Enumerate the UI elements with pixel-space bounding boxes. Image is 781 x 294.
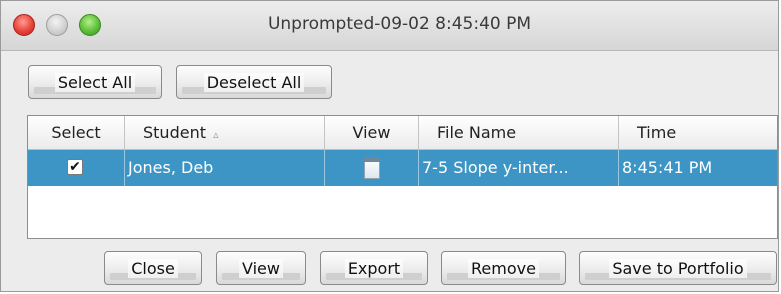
column-header-select[interactable]: Select [28,116,125,149]
student-cell: Jones, Deb [125,150,325,186]
select-checkbox[interactable]: ✔ [67,159,83,175]
time-cell: 8:45:41 PM [622,158,713,177]
export-button[interactable]: Export [320,251,428,285]
column-header-time[interactable]: Time [619,116,777,149]
remove-button[interactable]: Remove [441,251,566,285]
select-cell: ✔ [28,150,125,186]
title-bar: Unprompted-09-02 8:45:40 PM [1,1,778,51]
select-all-button[interactable]: Select All [28,65,162,99]
column-header-view[interactable]: View [325,116,419,149]
view-button[interactable]: View [216,251,306,285]
window-title: Unprompted-09-02 8:45:40 PM [267,14,532,34]
column-header-file-name[interactable]: File Name [419,116,619,149]
column-header-student-label: Student [143,123,206,142]
document-icon[interactable] [363,157,380,179]
deselect-all-button[interactable]: Deselect All [176,65,332,99]
dialog-window: Unprompted-09-02 8:45:40 PM Select All D… [0,0,779,292]
sort-ascending-icon: ▵ [213,128,219,141]
submissions-table: Select Student ▵ View File Name Time ✔ J… [27,115,778,239]
table-header: Select Student ▵ View File Name Time [28,116,777,150]
table-row[interactable]: ✔ Jones, Deb 7-5 Slope y-inter... 8:45:4… [28,150,777,186]
save-to-portfolio-button[interactable]: Save to Portfolio [579,251,777,285]
column-header-student[interactable]: Student ▵ [125,116,325,149]
file-name-cell: 7-5 Slope y-inter... [419,150,619,186]
view-cell [325,150,419,186]
close-button[interactable]: Close [104,251,202,285]
checkmark-icon: ✔ [69,159,81,175]
